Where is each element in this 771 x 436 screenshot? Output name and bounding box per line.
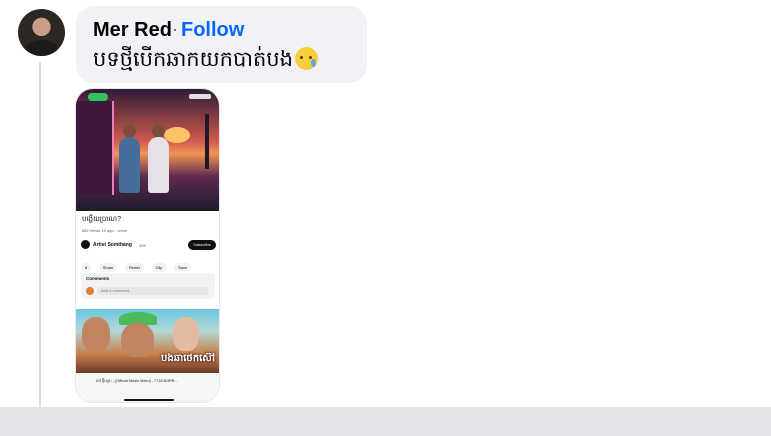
action-chip-clip: Clip bbox=[151, 263, 167, 272]
comment-image-attachment[interactable]: បង្ហើយប្រាណ? 882 Views 10 ago ...more Ar… bbox=[75, 88, 220, 403]
avatar-shoulders bbox=[24, 40, 59, 56]
comment-body: បទថ្មីបើកឆាកយកបាត់បង bbox=[93, 46, 318, 77]
comment-divider-area bbox=[0, 407, 771, 436]
youtube-comments-box: Comments Add a comment... bbox=[81, 273, 215, 299]
neon-building bbox=[76, 101, 114, 195]
commenter-mini-avatar bbox=[86, 287, 94, 295]
video-title: បង្ហើយប្រាណ? bbox=[82, 216, 121, 223]
channel-avatar bbox=[81, 240, 90, 249]
person-head bbox=[152, 124, 165, 138]
music-video-preview bbox=[76, 89, 219, 211]
author-separator: · bbox=[172, 19, 178, 39]
person-figure bbox=[148, 137, 169, 193]
home-indicator bbox=[124, 399, 174, 401]
sunset bbox=[164, 127, 190, 143]
action-chip-like: 8 bbox=[81, 263, 92, 272]
next-video-thumbnail: បងឆាថេកស៊ៅ bbox=[76, 309, 219, 373]
action-chip-save: Save bbox=[173, 263, 192, 272]
next-video-footer: ដាវ ថ្មីស្មោះ - [Official Music Video] -… bbox=[76, 373, 219, 402]
person-figure bbox=[119, 137, 140, 193]
thumbnail-face bbox=[121, 323, 154, 357]
video-actions: 8 Share Remix Clip Save bbox=[81, 256, 219, 272]
action-chip-share: Share bbox=[98, 263, 118, 272]
comment-text: បទថ្មីបើកឆាកយកបាត់បង bbox=[93, 48, 293, 71]
comment-bubble: Mer Red · Follow បទថ្មីបើកឆាកយកបាត់បង bbox=[76, 6, 367, 83]
follow-button[interactable]: Follow bbox=[181, 19, 244, 42]
channel-name: Artist Somthang bbox=[93, 242, 132, 248]
subscriber-count: 30K bbox=[139, 243, 147, 248]
thumbnail-face bbox=[82, 317, 110, 351]
comments-label: Comments bbox=[86, 276, 110, 281]
action-chip-remix: Remix bbox=[124, 263, 145, 272]
person-head bbox=[123, 124, 136, 138]
call-status-pill bbox=[88, 93, 108, 101]
video-meta: 882 Views 10 ago ...more bbox=[82, 228, 128, 233]
next-video-title: ដាវ ថ្មីស្មោះ - [Official Music Video] -… bbox=[96, 379, 178, 383]
comment-placeholder: Add a comment... bbox=[97, 287, 209, 295]
comment-author[interactable]: Mer Red bbox=[93, 19, 172, 42]
commenter-avatar[interactable] bbox=[18, 9, 65, 56]
comment-thread-line bbox=[39, 62, 41, 407]
thumbnail-face bbox=[173, 317, 199, 351]
thumbnail-text: បងឆាថេកស៊ៅ bbox=[161, 353, 215, 364]
crying-face-emoji-icon bbox=[294, 47, 318, 70]
subscribe-button: Subscribe bbox=[188, 240, 216, 250]
status-icons bbox=[189, 94, 211, 99]
palm-tree bbox=[205, 114, 209, 169]
